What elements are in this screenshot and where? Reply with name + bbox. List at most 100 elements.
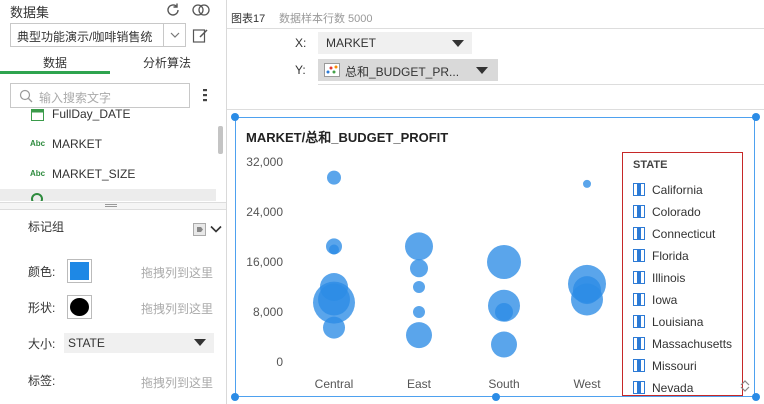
text-type-icon: Abc <box>30 139 46 148</box>
x-tick-label: Central <box>315 377 354 391</box>
legend-label: Nevada <box>652 381 694 395</box>
legend-label: Colorado <box>652 205 701 219</box>
resize-handle[interactable] <box>752 393 760 401</box>
size-select[interactable]: STATE <box>64 333 214 353</box>
link-circles-icon[interactable] <box>192 1 210 19</box>
shape-swatch[interactable] <box>67 295 92 319</box>
legend: STATE California Colorado Connecticut Flori… <box>622 152 743 396</box>
chart-editor: 图表17 数据样本行数 5000 X: MARKET Y: 总和_BUDGET_… <box>227 0 764 404</box>
legend-swatch <box>633 205 645 218</box>
x-axis-field[interactable]: MARKET <box>318 32 472 54</box>
chart-container[interactable]: MARKET/总和_BUDGET_PROFIT 32,000 24,000 16,0… <box>231 113 760 401</box>
circle-shape-icon <box>70 298 89 316</box>
measure-icon <box>31 193 43 201</box>
calendar-icon <box>31 109 44 121</box>
legend-swatch <box>633 381 645 394</box>
shape-label: 形状: <box>28 301 56 315</box>
y-axis-field[interactable]: 总和_BUDGET_PR... <box>318 59 498 81</box>
field-item[interactable]: FullDay_DATE <box>0 103 216 129</box>
edit-icon[interactable] <box>191 26 209 44</box>
field-name: FullDay_DATE <box>52 107 131 121</box>
scatter-point[interactable] <box>571 283 603 316</box>
legend-label: Louisiana <box>652 315 704 329</box>
legend-swatch <box>633 183 645 196</box>
y-tick-label: 16,000 <box>246 255 283 269</box>
y-tick-label: 0 <box>276 355 283 369</box>
dropdown-arrow-icon <box>452 40 464 47</box>
more-vertical-icon[interactable] <box>196 86 214 104</box>
dataset-title: 数据集 <box>10 5 50 20</box>
chart-name: 图表17 <box>231 13 266 25</box>
marks-group-title: 标记组 <box>28 220 65 234</box>
resize-handle[interactable] <box>752 113 760 121</box>
legend-swatch <box>633 293 645 306</box>
tab-data[interactable]: 数据 <box>0 52 110 74</box>
color-drop-hint: 拖拽列到这里 <box>141 266 214 280</box>
legend-swatch <box>633 249 645 262</box>
legend-label: Florida <box>652 249 689 263</box>
x-axis-label: X: <box>295 36 307 50</box>
scatter-point[interactable] <box>495 303 513 321</box>
left-panel: 数据集 典型功能演示/咖啡销售统 数据 分析算法 输入搜索文字 FullDay_… <box>0 0 227 404</box>
scatter-point[interactable] <box>491 331 517 358</box>
panel-splitter[interactable] <box>0 202 226 210</box>
x-tick-label: East <box>407 377 432 391</box>
left-tabs: 数据 分析算法 <box>0 52 226 74</box>
legend-label: Massachusetts <box>652 337 733 351</box>
color-swatch[interactable] <box>67 259 92 283</box>
field-list-scrollbar[interactable] <box>218 126 223 154</box>
y-axis-field-value: 总和_BUDGET_PR... <box>345 65 460 79</box>
tab-analysis-algorithm[interactable]: 分析算法 <box>112 52 222 74</box>
y-tick-label: 8,000 <box>253 305 283 319</box>
dropdown-arrow-icon <box>194 339 206 346</box>
legend-swatch <box>633 337 645 350</box>
dataset-select-value: 典型功能演示/咖啡销售统 <box>17 30 153 44</box>
field-item-partial[interactable] <box>0 189 216 201</box>
tag-drop-hint: 拖拽列到这里 <box>141 376 214 390</box>
legend-swatch <box>633 227 645 240</box>
legend-swatch <box>633 271 645 284</box>
scatter-point[interactable] <box>487 245 521 279</box>
field-item[interactable]: Abc MARKET <box>0 131 216 159</box>
color-swatch-fill <box>70 262 89 280</box>
x-axis-row: X: MARKET <box>227 32 764 54</box>
legend-title: STATE <box>633 159 668 171</box>
legend-label: Missouri <box>652 359 697 373</box>
scatter-point[interactable] <box>583 179 591 188</box>
scatter-point[interactable] <box>405 232 433 261</box>
legend-scroll-icon[interactable] <box>740 380 750 392</box>
dataset-header: 数据集 <box>0 0 226 20</box>
legend-label: Illinois <box>652 271 686 285</box>
color-label: 颜色: <box>28 265 56 279</box>
scatter-point[interactable] <box>323 316 345 339</box>
legend-swatch <box>633 315 645 328</box>
field-item[interactable]: Abc MARKET_SIZE <box>0 161 216 189</box>
legend-label: Iowa <box>652 293 678 307</box>
refresh-icon[interactable] <box>164 1 182 19</box>
scatter-point[interactable] <box>413 281 425 293</box>
tag-icon[interactable] <box>190 220 208 238</box>
x-axis-field-value: MARKET <box>326 36 377 50</box>
shape-drop-hint: 拖拽列到这里 <box>141 302 214 316</box>
field-name: MARKET <box>52 137 103 151</box>
x-tick-label: South <box>488 377 519 391</box>
y-tick-label: 24,000 <box>246 205 283 219</box>
field-name: MARKET_SIZE <box>52 167 136 181</box>
size-select-value: STATE <box>68 336 105 350</box>
legend-label: California <box>652 183 703 197</box>
scatter-point[interactable] <box>406 322 432 349</box>
legend-swatch <box>633 359 645 372</box>
y-axis-row: Y: 总和_BUDGET_PR... <box>227 59 764 81</box>
scatter-point[interactable] <box>413 306 425 318</box>
scatter-point[interactable] <box>329 244 339 255</box>
scatter-icon <box>324 63 340 77</box>
scatter-point[interactable] <box>327 170 341 185</box>
scatter-point[interactable] <box>410 259 428 278</box>
chevron-down-icon[interactable] <box>163 24 185 46</box>
x-tick-label: West <box>573 377 601 391</box>
scatter-plot: 32,000 24,000 16,000 8,000 0 Central East Sout… <box>246 155 606 391</box>
tag-label: 标签: <box>28 374 56 388</box>
y-tick-label: 32,000 <box>246 155 283 169</box>
chevron-down-icon[interactable] <box>207 220 225 238</box>
dataset-select[interactable]: 典型功能演示/咖啡销售统 <box>10 23 186 47</box>
